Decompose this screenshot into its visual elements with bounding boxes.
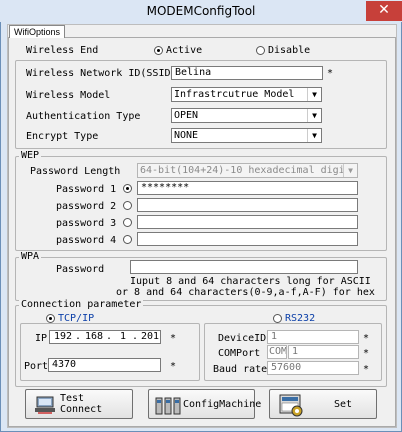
config-machine-label: ConfigMachine — [183, 398, 262, 410]
wpa-hint-line-2: or 8 and 64 characters(0-9,a-f,A-F) for … — [116, 287, 375, 298]
wep-password-3-label: password 3 — [56, 218, 117, 229]
port-required-mark: * — [170, 361, 177, 372]
auth-type-select[interactable]: OPEN ▼ — [171, 108, 322, 123]
set-button[interactable]: Set — [269, 389, 377, 419]
wpa-password-label: Password — [56, 264, 105, 275]
ip-octet-3[interactable]: 1 — [120, 331, 126, 343]
wpa-hint-line-1: Iuput 8 and 64 characters long for ASCII — [130, 276, 371, 287]
comport-required-mark: * — [363, 348, 370, 359]
password-length-value: 64-bit(104+24)-10 hexadecimal digits — [140, 165, 357, 176]
auth-type-value: OPEN — [174, 110, 199, 121]
wpa-password-input[interactable] — [130, 260, 358, 274]
chevron-down-icon: ▼ — [343, 164, 357, 177]
chevron-down-icon[interactable]: ▼ — [307, 129, 321, 142]
device-id-label: DeviceID — [218, 333, 267, 344]
test-connect-label: Test Connect — [60, 393, 103, 415]
device-id-input[interactable]: 1 — [267, 330, 359, 344]
wep-password-1-input[interactable]: ******** — [137, 181, 358, 195]
wep-password-2-label: password 2 — [56, 201, 117, 212]
baud-rate-label: Baud rate — [213, 364, 268, 375]
password-length-select: 64-bit(104+24)-10 hexadecimal digits ▼ — [137, 163, 358, 178]
wireless-model-select[interactable]: Infrastrcutrue Model ▼ — [171, 87, 322, 102]
ssid-required-mark: * — [327, 68, 334, 79]
settings-icon — [279, 394, 303, 417]
port-input[interactable]: 4370 — [48, 358, 161, 372]
wep-password-2-radio[interactable] — [123, 201, 132, 210]
ip-label: IP — [35, 333, 48, 344]
wep-group-title: WEP — [19, 150, 42, 161]
disable-radio-label[interactable]: Disable — [268, 45, 310, 56]
ip-octet-1[interactable]: 192 — [54, 331, 72, 343]
wep-password-1-label: Password 1 — [56, 184, 117, 195]
wep-password-1-radio[interactable] — [123, 184, 132, 193]
connection-group-title: Connection parameter — [19, 299, 144, 310]
config-machine-icon — [155, 397, 181, 415]
password-length-label: Password Length — [30, 166, 121, 177]
encrypt-type-select[interactable]: NONE ▼ — [171, 128, 322, 143]
close-button[interactable]: ✕ — [366, 1, 402, 21]
ip-address-input[interactable]: 192 . 168 . 1 . 201 — [49, 330, 161, 344]
ssid-input[interactable]: Belina — [171, 66, 323, 80]
comport-label: COMPort — [218, 348, 261, 359]
wep-password-4-input[interactable] — [137, 232, 358, 246]
ip-dot-3: . — [132, 331, 139, 342]
disable-radio[interactable] — [256, 46, 265, 55]
ip-octet-4[interactable]: 201 — [141, 331, 159, 343]
active-radio[interactable] — [154, 46, 163, 55]
wireless-model-label: Wireless Model — [26, 90, 111, 101]
wep-password-4-radio[interactable] — [123, 235, 132, 244]
ip-octet-2[interactable]: 168 — [85, 331, 103, 343]
comport-input[interactable]: 1 — [288, 345, 359, 359]
chevron-down-icon[interactable]: ▼ — [307, 88, 321, 101]
wep-password-3-input[interactable] — [137, 215, 358, 229]
encrypt-type-value: NONE — [174, 130, 199, 141]
ip-required-mark: * — [170, 333, 177, 344]
tab-wifi-options[interactable]: WifiOptions — [9, 25, 65, 38]
config-machine-button[interactable]: ConfigMachine — [148, 389, 261, 419]
baud-rate-input[interactable]: 57600 — [267, 361, 359, 375]
tcp-ip-radio[interactable] — [46, 314, 55, 323]
window-title: MODEMConfigTool — [146, 4, 256, 18]
network-icon — [35, 396, 55, 414]
wireless-end-label: Wireless End — [26, 45, 99, 56]
chevron-down-icon[interactable]: ▼ — [307, 109, 321, 122]
port-label: Port — [24, 361, 49, 372]
ip-dot-2: . — [106, 331, 113, 342]
wep-password-3-radio[interactable] — [123, 218, 132, 227]
device-id-required-mark: * — [363, 333, 370, 344]
wpa-group-title: WPA — [19, 251, 42, 262]
baud-rate-required-mark: * — [363, 364, 370, 375]
ssid-label: Wireless Network ID(SSID) — [26, 68, 177, 79]
active-radio-label[interactable]: Active — [166, 45, 202, 56]
wep-password-2-input[interactable] — [137, 198, 358, 212]
rs232-radio[interactable] — [273, 314, 282, 323]
comport-prefix: COM — [267, 345, 287, 359]
wep-password-4-label: password 4 — [56, 235, 117, 246]
auth-type-label: Authentication Type — [26, 111, 141, 122]
ip-dot-1: . — [75, 331, 82, 342]
wireless-model-value: Infrastrcutrue Model — [174, 89, 295, 100]
test-connect-button[interactable]: Test Connect — [25, 389, 133, 419]
set-label: Set — [334, 398, 353, 410]
encrypt-type-label: Encrypt Type — [26, 131, 99, 142]
